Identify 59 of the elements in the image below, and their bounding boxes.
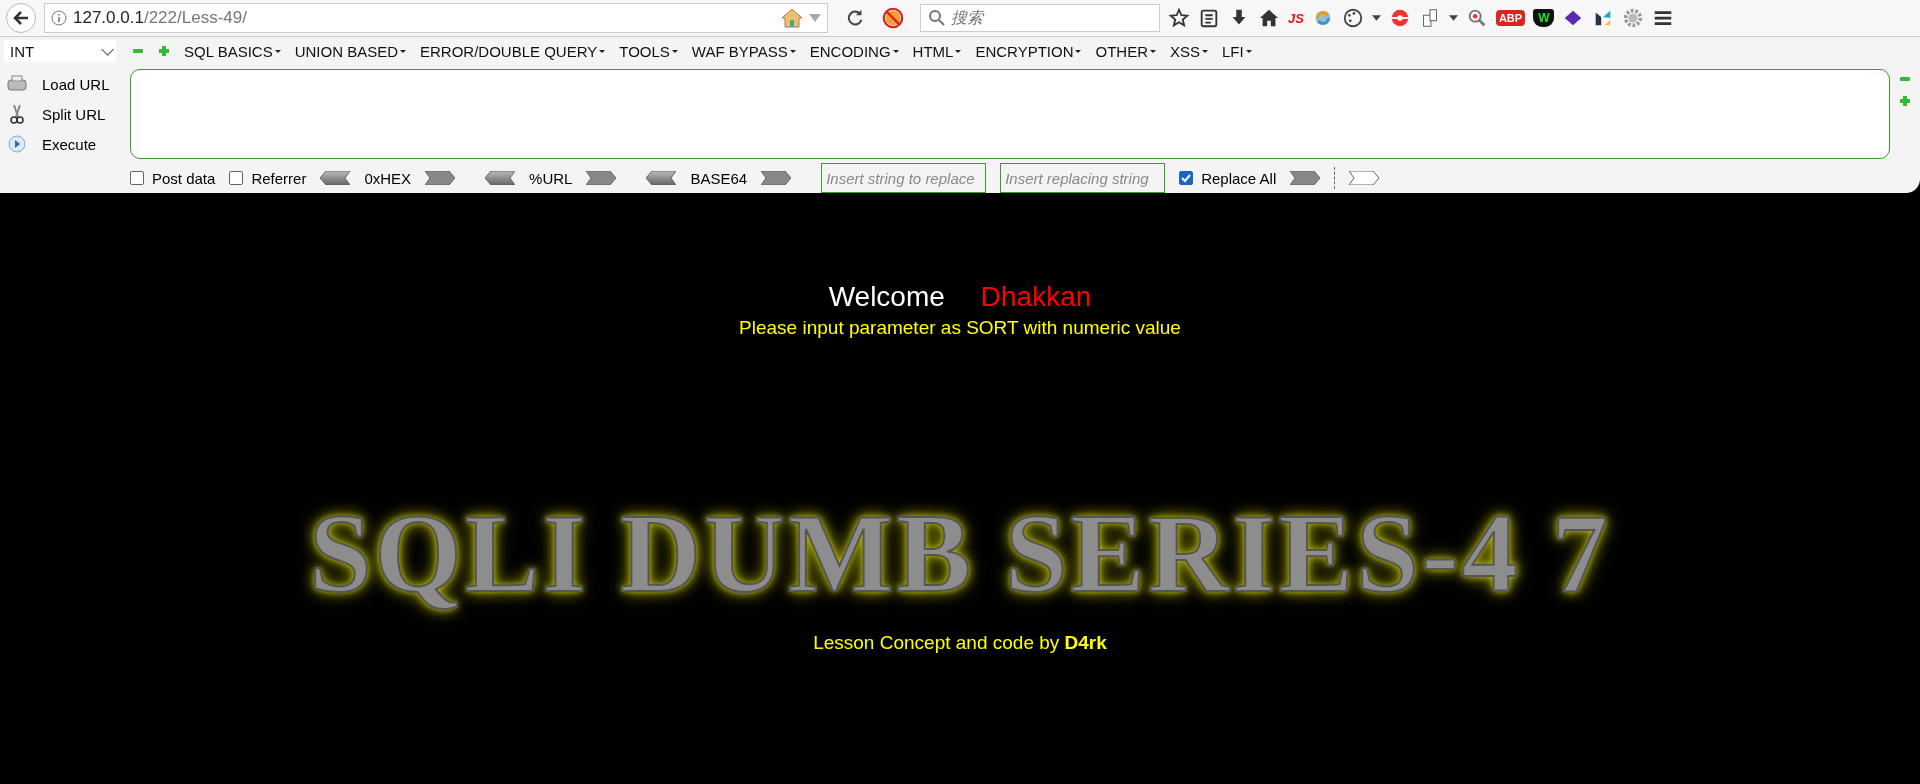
menu-item[interactable]: SQL BASICS (184, 42, 281, 60)
js-badge-icon[interactable]: ABP (1495, 10, 1526, 26)
back-arrow-icon (12, 9, 30, 27)
user-name: Dhakkan (980, 281, 1092, 313)
action-button[interactable]: Split URL (6, 103, 124, 125)
menu-item[interactable]: XSS (1170, 42, 1208, 60)
menu-item[interactable]: HTML (912, 42, 962, 60)
action-button[interactable]: Execute (6, 133, 124, 155)
checkbox[interactable] (1179, 171, 1194, 185)
caret-icon[interactable] (1448, 15, 1458, 21)
welcome-text: Welcome (828, 281, 945, 313)
info-icon[interactable] (51, 10, 67, 26)
replace-field[interactable]: Insert string to replace (821, 163, 987, 193)
settings-icon[interactable] (1622, 7, 1645, 29)
decode-arrow-icon[interactable] (320, 171, 351, 185)
instruction-text: Please input parameter as SORT with numeric value (739, 317, 1181, 339)
reading-list-icon[interactable] (1198, 7, 1220, 29)
shield-icon[interactable]: W (1533, 9, 1555, 27)
replace-field[interactable]: Insert replacing string (1000, 163, 1166, 193)
menu-item[interactable]: TOOLS (619, 42, 678, 60)
caret-icon[interactable] (1371, 15, 1381, 21)
menu-item[interactable]: ERROR/DOUBLE QUERY (420, 42, 606, 60)
encode-arrow-icon[interactable] (586, 171, 617, 185)
menu-item[interactable]: OTHER (1095, 42, 1156, 60)
menu-item[interactable]: LFI (1222, 42, 1252, 60)
checkbox-option[interactable]: Replace All (1179, 169, 1277, 187)
page-title: SQLI DUMB SERIES-4 7 (309, 490, 1611, 617)
encode-arrow-icon[interactable] (761, 171, 792, 185)
js-badge-icon[interactable]: JS (1288, 10, 1304, 26)
type-select[interactable]: INT (4, 40, 116, 62)
checkbox[interactable] (229, 171, 244, 185)
blocked-icon[interactable] (882, 7, 904, 29)
home-icon[interactable] (1258, 7, 1280, 29)
menu-item[interactable]: ENCRYPTION (975, 42, 1082, 60)
decode-arrow-icon[interactable] (646, 171, 677, 185)
checkbox-option[interactable]: Referrer (229, 169, 307, 187)
credit-text: Lesson Concept and code by D4rk (813, 632, 1107, 654)
encode-arrow-icon[interactable] (425, 171, 456, 185)
search-field[interactable]: 搜索 (920, 4, 1160, 32)
url-path: /222/Less-49/ (143, 8, 247, 28)
menu-item[interactable]: UNION BASED (294, 42, 406, 60)
encoding-label: %URL (529, 169, 573, 187)
checkbox-option[interactable]: Post data (130, 169, 216, 187)
back-button[interactable] (6, 3, 36, 33)
decode-arrow-icon[interactable] (485, 171, 516, 185)
action-button[interactable]: Load URL (6, 73, 124, 95)
url-host: 127.0.0.1 (73, 8, 144, 28)
replace-arrow-icon[interactable] (1290, 171, 1321, 185)
bookmark-star-icon[interactable] (1168, 7, 1190, 29)
palette-icon[interactable] (1341, 7, 1364, 29)
address-bar[interactable]: 127.0.0.1/222/Less-49/ (44, 3, 828, 33)
url-textarea[interactable] (130, 69, 1890, 159)
replace-all-arrow-icon[interactable] (1349, 171, 1380, 185)
checkbox[interactable] (130, 171, 144, 185)
play-icon (6, 133, 28, 155)
menu-item[interactable]: ENCODING (809, 42, 899, 60)
encoding-label: BASE64 (690, 169, 748, 187)
encoding-label: 0xHEX (364, 169, 412, 187)
menu-item[interactable]: WAF BYPASS (691, 42, 796, 60)
